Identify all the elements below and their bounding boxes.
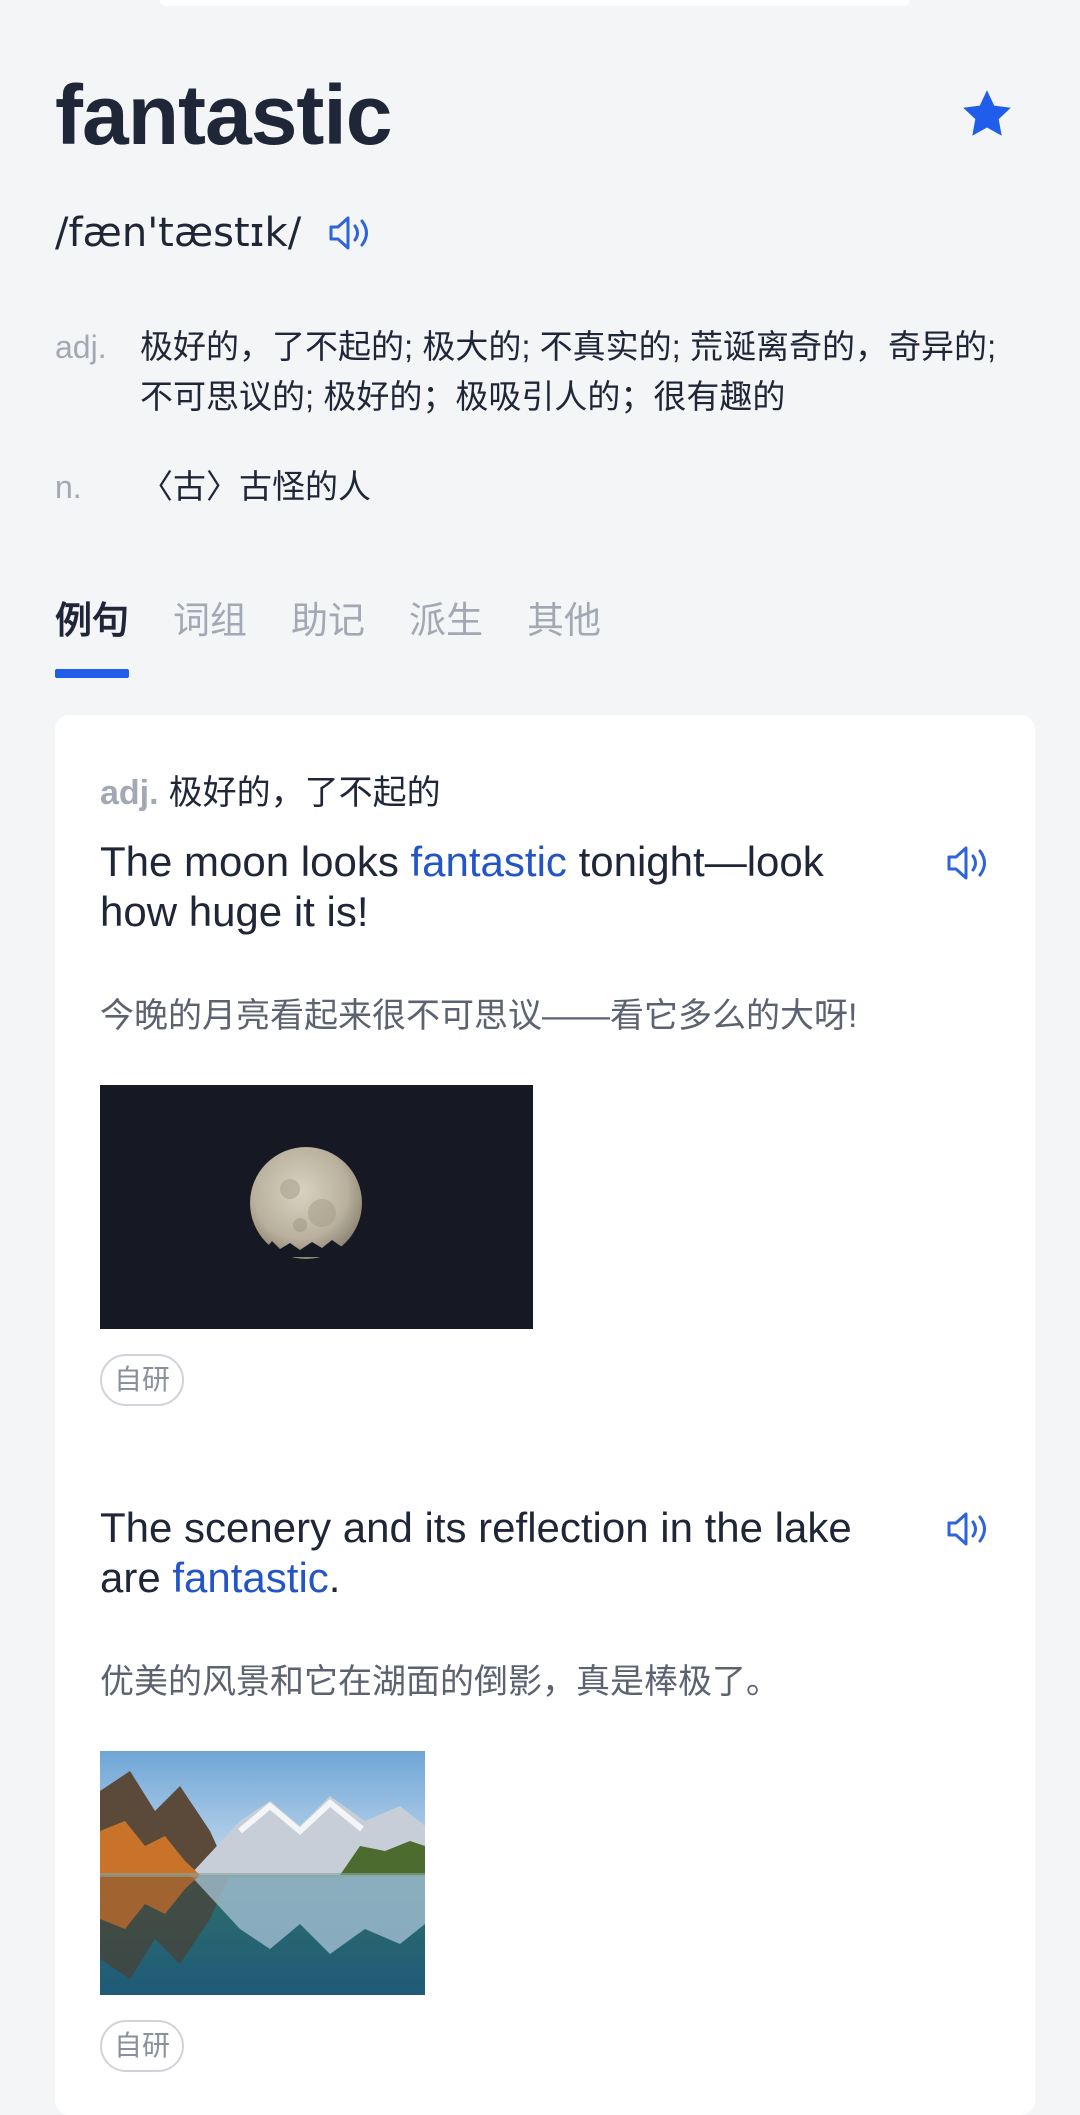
definitions-list: adj. 极好的，了不起的; 极大的; 不真实的; 荒诞离奇的，奇异的; 不可思… [55,322,1035,552]
definition-adj: adj. 极好的，了不起的; 极大的; 不真实的; 荒诞离奇的，奇异的; 不可思… [55,322,1035,422]
headword: fantastic [55,68,392,162]
definition-meaning: 〈古〉古怪的人 [140,468,371,505]
tab-mnemonic[interactable]: 助记 [291,590,365,666]
source-tag: 自研 [100,1354,185,1406]
content-tabs: 例句 词组 助记 派生 其他 [55,590,601,678]
example-speaker-icon[interactable] [945,843,995,883]
tab-examples[interactable]: 例句 [55,590,129,678]
example-item: The scenery and its reflection in the la… [100,1503,995,2072]
sense-pos: adj. [100,774,159,812]
definition-pos: adj. [55,329,107,365]
sense-meaning: 极好的，了不起的 [168,774,441,812]
lake-image[interactable] [100,1751,425,1995]
example-translation: 优美的风景和它在湖面的倒影，真是棒极了。 [100,1663,780,1701]
example-text: The moon looks [100,838,411,885]
example-item: The moon looks fantastic tonight—look ho… [100,837,995,1406]
phonetic-row: /fæn'tæstɪk/ [55,210,377,256]
example-english: The scenery and its reflection in the la… [100,1503,995,1603]
sense-heading: adj. 极好的，了不起的 [100,765,441,814]
moon-image[interactable] [100,1085,533,1329]
example-translation: 今晚的月亮看起来很不可思议——看它多么的大呀! [100,997,858,1035]
pronounce-speaker-icon[interactable] [327,213,377,253]
tab-derivatives[interactable]: 派生 [409,590,483,666]
favorite-star-icon[interactable] [959,86,1015,142]
example-text: . [328,1554,341,1601]
example-speaker-icon[interactable] [945,1509,995,1549]
definition-pos: n. [55,469,82,505]
example-keyword[interactable]: fantastic [411,838,567,885]
definition-meaning: 极好的，了不起的; 极大的; 不真实的; 荒诞离奇的，奇异的; 不可思议的; 极… [140,328,997,415]
source-tag: 自研 [100,2020,185,2072]
example-keyword[interactable]: fantastic [172,1554,328,1601]
top-sheet-handle [160,0,910,6]
phonetic-text: /fæn'tæstɪk/ [55,210,302,256]
word-header: fantastic [55,60,1035,170]
tab-phrases[interactable]: 词组 [173,590,247,666]
definition-noun: n. 〈古〉古怪的人 [55,462,1035,512]
examples-card: adj. 极好的，了不起的 The moon looks fantastic to… [55,715,1035,2115]
tab-other[interactable]: 其他 [527,590,601,666]
example-english: The moon looks fantastic tonight—look ho… [100,837,995,937]
